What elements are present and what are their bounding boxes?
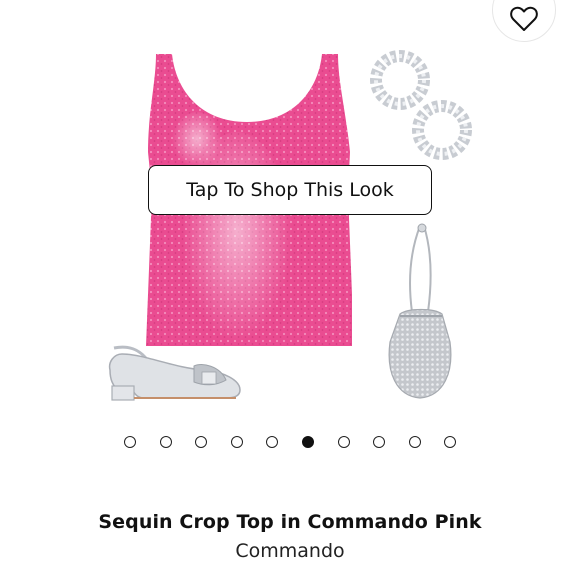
carousel-dot[interactable] [195, 436, 207, 448]
carousel-dot[interactable] [338, 436, 350, 448]
product-title[interactable]: Sequin Crop Top in Commando Pink [0, 511, 580, 533]
product-brand[interactable]: Commando [0, 540, 580, 562]
carousel-dot[interactable] [409, 436, 421, 448]
carousel-dot[interactable] [302, 436, 314, 448]
heart-outline-icon [510, 6, 538, 31]
carousel-dot[interactable] [266, 436, 278, 448]
earrings-image[interactable] [368, 44, 478, 164]
carousel-dot[interactable] [444, 436, 456, 448]
shop-this-look-button[interactable]: Tap To Shop This Look [148, 165, 432, 215]
bag-image[interactable] [380, 222, 460, 402]
carousel-dot[interactable] [160, 436, 172, 448]
carousel-dot[interactable] [231, 436, 243, 448]
carousel-pagination [0, 434, 580, 450]
carousel-dot[interactable] [124, 436, 136, 448]
look-image[interactable]: Tap To Shop This Look [0, 0, 580, 420]
shoe-image[interactable] [104, 340, 244, 404]
carousel-dot[interactable] [373, 436, 385, 448]
